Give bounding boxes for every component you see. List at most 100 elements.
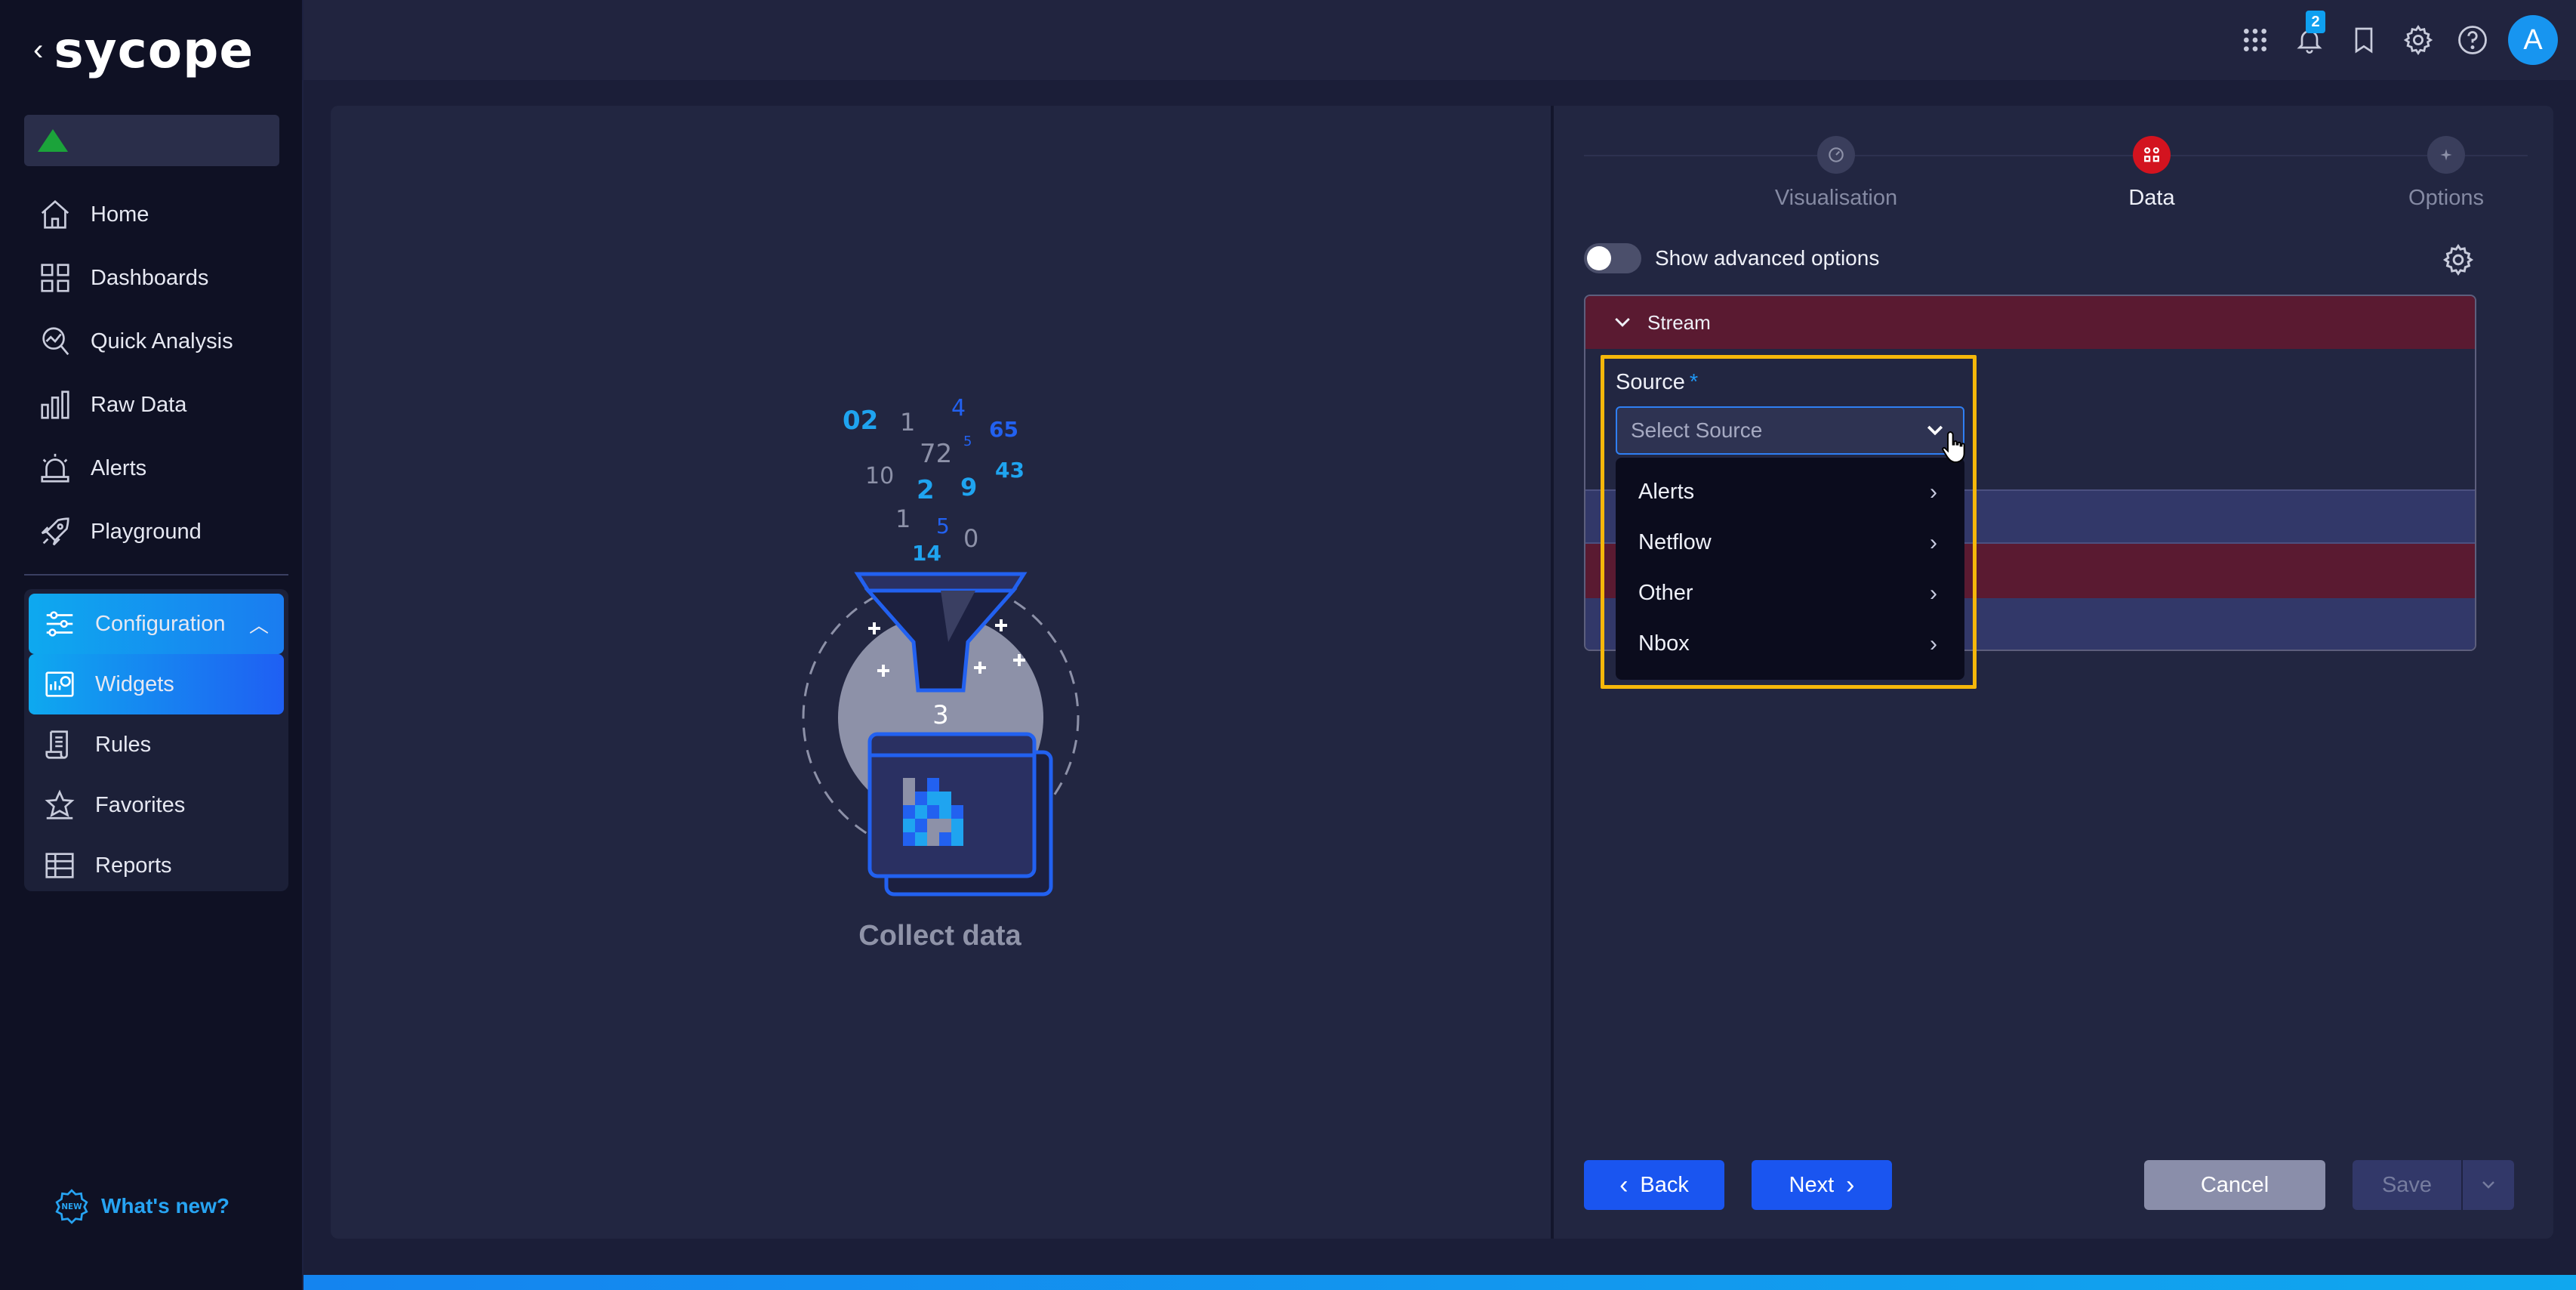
nav-item-dashboards[interactable]: Dashboards xyxy=(24,246,287,310)
source-option-netflow[interactable]: Netflow › xyxy=(1616,517,1964,568)
reports-icon xyxy=(45,853,74,878)
chevron-right-icon: › xyxy=(1930,529,1937,555)
nav-item-label: Configuration xyxy=(95,611,226,636)
panel-splitter[interactable] xyxy=(1551,106,1554,1239)
nav-item-label: Dashboards xyxy=(91,265,209,290)
nav-item-widgets[interactable]: Widgets xyxy=(29,654,284,714)
advanced-options-toggle[interactable]: Show advanced options xyxy=(1584,243,1879,273)
nav-item-label: Reports xyxy=(95,853,172,878)
nav-item-label: Rules xyxy=(95,732,152,757)
source-option-nbox[interactable]: Nbox › xyxy=(1616,619,1964,669)
rules-icon xyxy=(45,730,68,759)
step-label: Data xyxy=(2128,186,2175,210)
nav-item-favorites[interactable]: Favorites xyxy=(29,775,284,835)
visualisation-step-icon xyxy=(1817,136,1855,174)
back-button[interactable]: ‹ Back xyxy=(1584,1160,1724,1210)
save-button-label: Save xyxy=(2381,1172,2433,1197)
save-button[interactable]: Save xyxy=(2353,1160,2461,1210)
whats-new-link[interactable]: NEW What's new? xyxy=(53,1187,230,1225)
brand-logo: sycope xyxy=(54,20,254,79)
nav-item-configuration[interactable]: Configuration ︿ xyxy=(29,594,284,654)
step-label: Visualisation xyxy=(1774,186,1898,210)
funnel-number: 14 xyxy=(912,541,941,566)
stream-section-header[interactable]: Stream xyxy=(1585,296,2475,349)
alerts-icon xyxy=(41,453,69,483)
funnel-number: 3 xyxy=(932,700,949,730)
nav-item-home[interactable]: Home xyxy=(24,183,287,246)
new-badge-icon: NEW xyxy=(55,1189,88,1224)
source-option-alerts[interactable]: Alerts › xyxy=(1616,467,1964,517)
sliders-icon xyxy=(46,611,73,637)
nav-item-label: Quick Analysis xyxy=(91,329,233,353)
status-up-icon xyxy=(38,129,68,152)
save-options-button[interactable] xyxy=(2461,1160,2514,1210)
source-select[interactable]: Select Source xyxy=(1616,406,1964,455)
bookmark-icon[interactable] xyxy=(2345,21,2383,59)
nav-item-rules[interactable]: Rules xyxy=(29,714,284,775)
chevron-right-icon: › xyxy=(1930,580,1937,606)
funnel-number: 9 xyxy=(960,473,977,501)
settings-gear-icon[interactable] xyxy=(2399,21,2437,59)
stream-section-label: Stream xyxy=(1647,310,1711,334)
dashboards-icon xyxy=(41,264,69,292)
chevron-down-icon xyxy=(1615,317,1630,327)
chevron-left-icon: ‹ xyxy=(1619,1170,1628,1199)
settings-gear-icon[interactable] xyxy=(2442,243,2475,276)
nav-item-label: Favorites xyxy=(95,792,186,817)
bottom-accent-bar xyxy=(304,1275,2576,1290)
chevron-up-icon[interactable]: ︿ xyxy=(249,610,269,638)
save-button-group: Save xyxy=(2353,1160,2514,1210)
user-avatar[interactable]: A xyxy=(2508,15,2558,65)
funnel-number: 02 xyxy=(843,406,878,436)
advanced-options-label: Show advanced options xyxy=(1655,246,1880,270)
nav-item-quick-analysis[interactable]: Quick Analysis xyxy=(24,310,287,373)
next-button[interactable]: Next › xyxy=(1752,1160,1892,1210)
widgets-icon xyxy=(45,671,74,697)
chevron-right-icon: › xyxy=(1846,1170,1855,1199)
back-chevron-icon[interactable]: ‹ xyxy=(33,33,43,67)
chevron-right-icon: › xyxy=(1930,479,1937,505)
funnel-number: 2 xyxy=(917,475,935,505)
funnel-number: 4 xyxy=(951,395,966,421)
option-label: Other xyxy=(1638,581,1693,605)
collect-data-illustration: 02 1 4 65 72 5 10 43 2 9 1 5 0 14 3 xyxy=(802,395,1080,897)
source-field-label: Source * xyxy=(1616,370,1699,394)
funnel-number: 0 xyxy=(963,524,978,553)
raw-data-icon xyxy=(41,390,69,419)
notification-count-badge: 2 xyxy=(2306,11,2325,33)
data-step-icon xyxy=(2133,136,2171,174)
wizard-steps: Visualisation Data Options xyxy=(1584,128,2528,219)
nav-item-playground[interactable]: Playground xyxy=(24,500,287,563)
nav-item-reports[interactable]: Reports xyxy=(29,835,284,896)
step-options[interactable]: Options xyxy=(2333,128,2559,211)
step-label: Options xyxy=(2408,186,2484,210)
funnel-number: 5 xyxy=(963,434,972,449)
source-option-other[interactable]: Other › xyxy=(1616,568,1964,619)
nav-item-label: Alerts xyxy=(91,455,147,480)
back-button-label: Back xyxy=(1640,1172,1689,1197)
apps-grid-icon[interactable] xyxy=(2236,21,2274,59)
required-marker: * xyxy=(1689,370,1699,394)
option-label: Nbox xyxy=(1638,631,1690,656)
toggle-switch[interactable] xyxy=(1584,243,1641,273)
status-indicator[interactable] xyxy=(24,115,279,166)
logo[interactable]: ‹ sycope xyxy=(33,20,254,80)
nav-item-raw-data[interactable]: Raw Data xyxy=(24,373,287,437)
widget-editor-panel xyxy=(331,106,2553,1239)
option-label: Alerts xyxy=(1638,480,1695,504)
help-icon[interactable] xyxy=(2454,21,2491,59)
hand-cursor-icon xyxy=(1942,431,1965,464)
options-step-icon xyxy=(2427,136,2465,174)
step-data[interactable]: Data xyxy=(2038,128,2265,211)
step-visualisation[interactable]: Visualisation xyxy=(1723,128,1949,211)
main-nav: Home Dashboards Quick Analysis Raw Data … xyxy=(24,183,287,563)
topbar-actions: 2 A xyxy=(2236,11,2558,65)
next-button-label: Next xyxy=(1789,1172,1835,1197)
nav-item-alerts[interactable]: Alerts xyxy=(24,437,287,500)
funnel-number: 72 xyxy=(920,439,952,469)
cancel-button[interactable]: Cancel xyxy=(2144,1160,2325,1210)
illustration-caption: Collect data xyxy=(858,920,1021,952)
cancel-button-label: Cancel xyxy=(2200,1172,2269,1197)
quick-analysis-icon xyxy=(42,327,69,356)
notifications-button[interactable]: 2 xyxy=(2291,11,2328,59)
